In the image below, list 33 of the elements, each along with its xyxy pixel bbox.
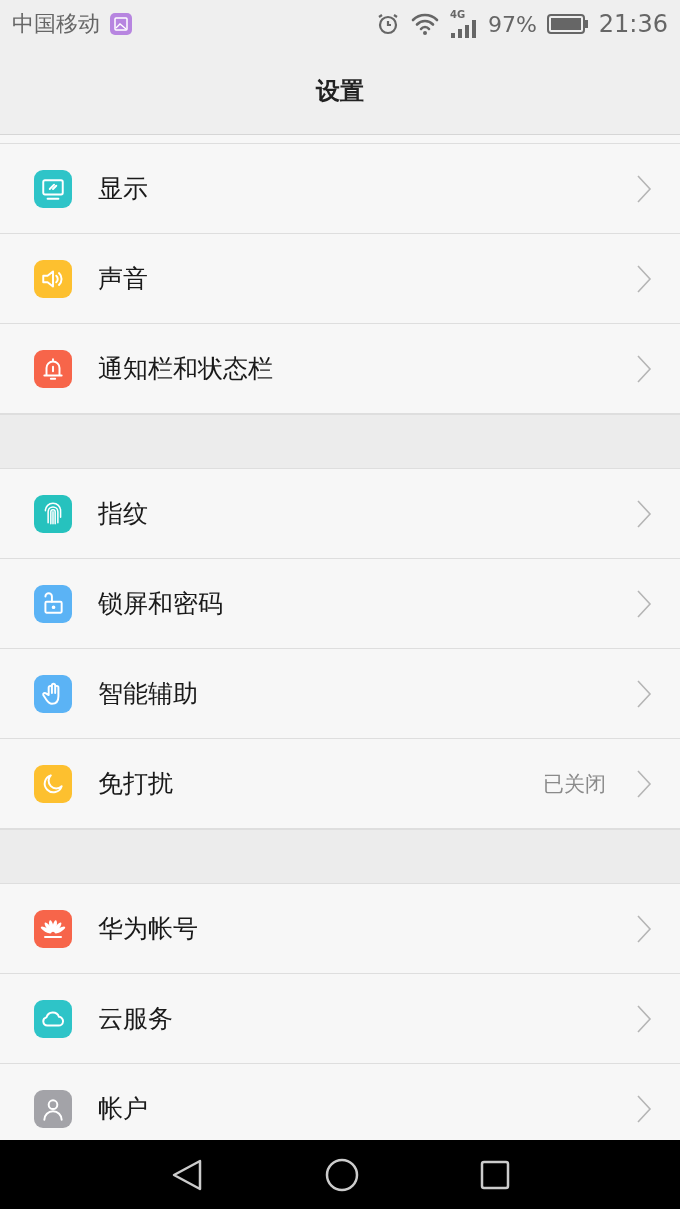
chevron-right-icon: [636, 173, 652, 204]
chevron-right-icon: [636, 1003, 652, 1034]
setting-label: 锁屏和密码: [98, 588, 224, 620]
setting-label: 通知栏和状态栏: [98, 353, 274, 385]
battery-icon: [546, 13, 589, 35]
chevron-right-icon: [636, 913, 652, 944]
chevron-right-icon: [636, 353, 652, 384]
setting-label: 华为帐号: [98, 913, 199, 945]
setting-label: 指纹: [98, 498, 149, 530]
chevron-right-icon: [636, 498, 652, 529]
wifi-icon: [409, 12, 440, 36]
clock-time: 21:36: [598, 10, 668, 38]
setting-label: 帐户: [98, 1093, 149, 1125]
network-type-label: 4G: [449, 10, 466, 20]
setting-label: 免打扰: [98, 768, 174, 800]
battery-percent: 97%: [487, 11, 537, 37]
gallery-notification-icon: [110, 13, 132, 35]
setting-label: 智能辅助: [98, 678, 199, 710]
setting-label: 显示: [98, 173, 149, 205]
chevron-right-icon: [636, 768, 652, 799]
setting-label: 声音: [98, 263, 149, 295]
setting-value: 已关闭: [543, 770, 606, 798]
chevron-right-icon: [636, 588, 652, 619]
bell-icon: [40, 355, 66, 382]
chevron-right-icon: [636, 1093, 652, 1124]
chevron-right-icon: [636, 263, 652, 294]
signal-icon: [449, 20, 478, 38]
settings-row[interactable]: 显示: [0, 143, 680, 234]
setting-label: 云服务: [98, 1003, 174, 1035]
page-title: 设置: [316, 76, 364, 107]
carrier-name: 中国移动: [12, 10, 100, 38]
petal-logo-icon: [39, 917, 67, 940]
chevron-right-icon: [636, 678, 652, 709]
